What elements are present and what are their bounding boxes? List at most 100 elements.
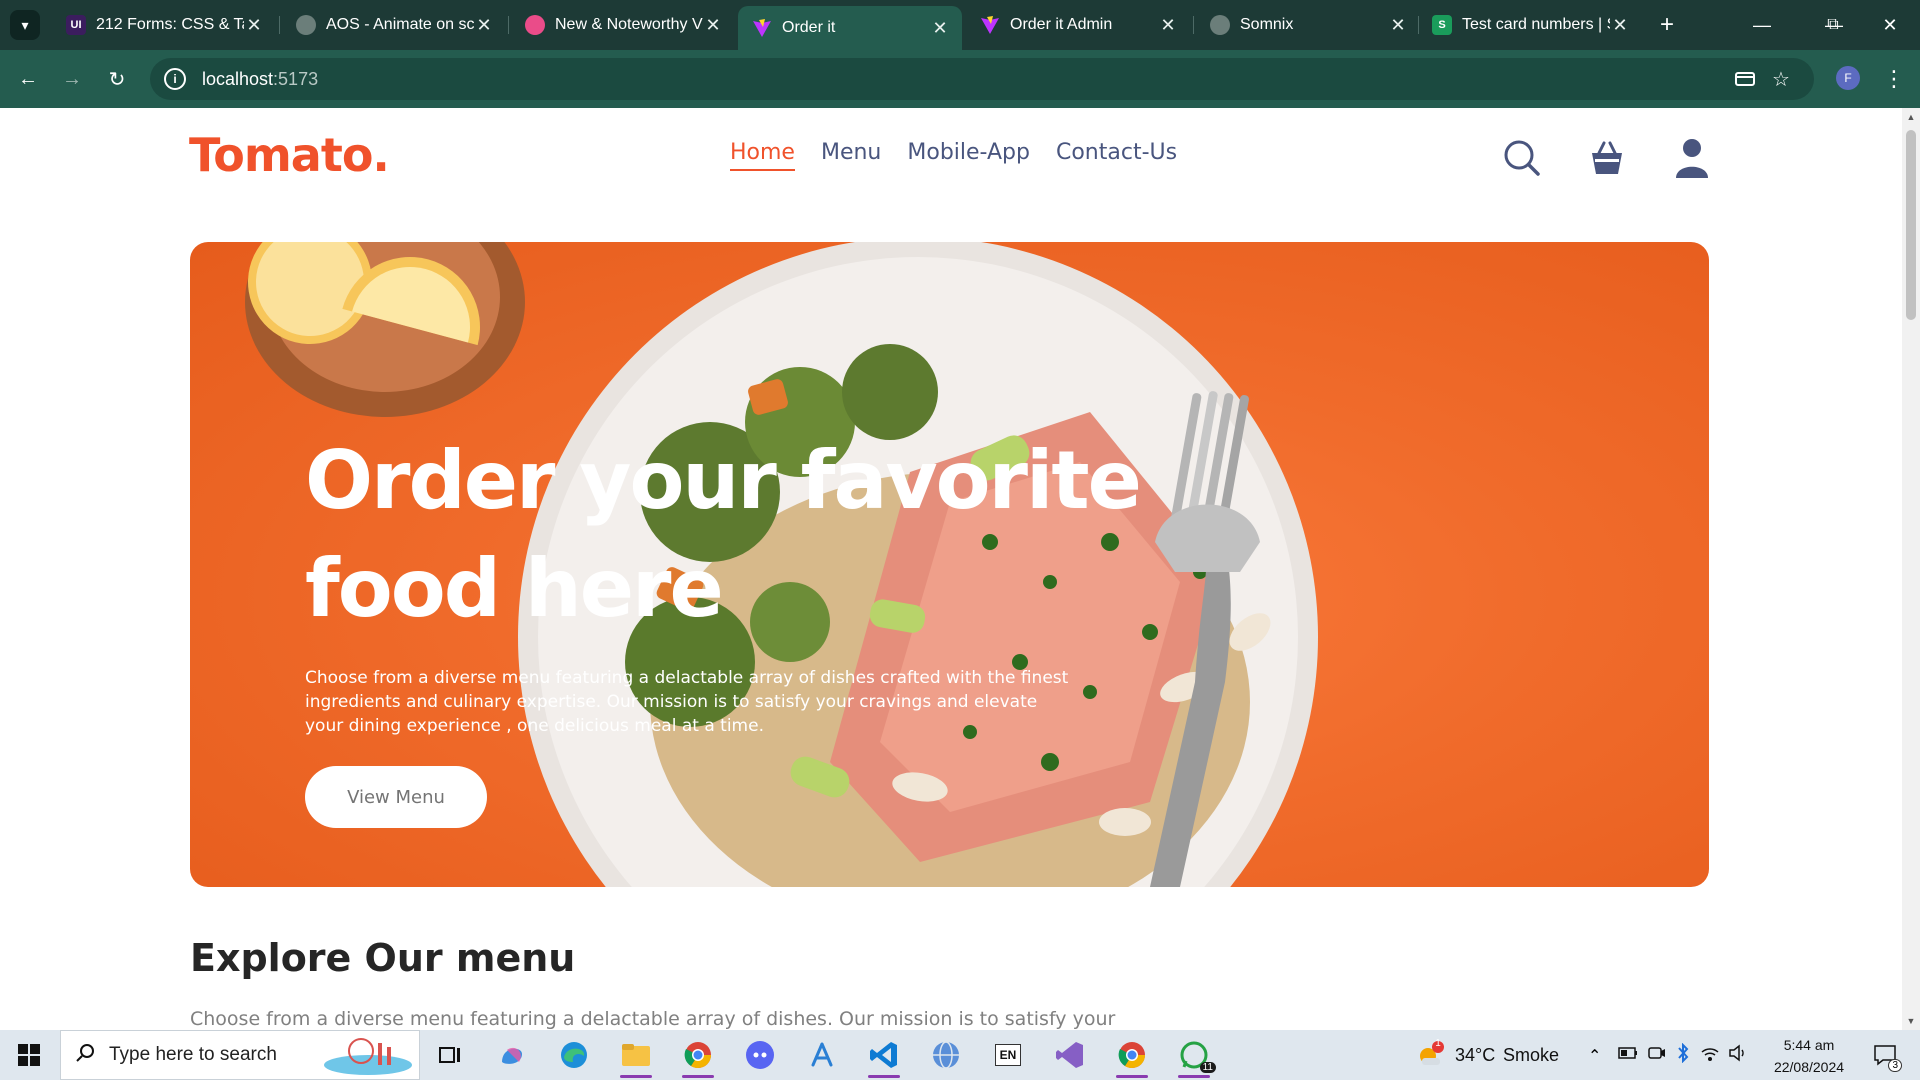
edge-browser-icon[interactable]: [552, 1035, 596, 1075]
tab-test-card-numbers[interactable]: S Test card numbers | S ✕: [1418, 8, 1642, 42]
close-icon[interactable]: ✕: [1388, 15, 1408, 36]
hero-title: Order your favorite food here: [305, 434, 1142, 635]
stripe-favicon-icon: S: [1432, 15, 1452, 35]
tab-title: AOS - Animate on sc: [326, 16, 474, 33]
running-indicator: [1178, 1075, 1210, 1078]
copilot-icon[interactable]: [490, 1035, 534, 1075]
search-icon[interactable]: [1500, 136, 1544, 180]
chrome-icon[interactable]: [676, 1035, 720, 1078]
browser-tab-bar: ▾ UI 212 Forms: CSS & Ta ✕ AOS - Animate…: [0, 0, 1920, 50]
taskbar-clock[interactable]: 5:44 am 22/08/2024: [1756, 1034, 1862, 1078]
whatsapp-icon[interactable]: 11: [1172, 1035, 1216, 1078]
tab-new-noteworthy[interactable]: New & Noteworthy V ✕: [511, 8, 735, 42]
tab-somnix[interactable]: Somnix ✕: [1196, 8, 1420, 42]
page-scrollbar[interactable]: ▲ ▼: [1902, 108, 1920, 1030]
address-url[interactable]: localhost:5173: [202, 69, 318, 90]
nav-menu[interactable]: Menu: [821, 140, 881, 171]
scroll-up-arrow-icon[interactable]: ▲: [1902, 108, 1920, 126]
profile-avatar[interactable]: F: [1836, 66, 1860, 90]
close-icon[interactable]: ✕: [930, 18, 950, 39]
tab-aos[interactable]: AOS - Animate on sc ✕: [282, 8, 506, 42]
close-icon[interactable]: ✕: [474, 15, 494, 36]
tab-separator: [279, 16, 280, 34]
minimize-icon[interactable]: —: [1732, 0, 1792, 50]
tab-title: Order it Admin: [1010, 16, 1113, 33]
site-nav: Home Menu Mobile-App Contact-Us: [730, 140, 1177, 171]
ui-favicon-icon: UI: [66, 15, 86, 35]
basket-icon[interactable]: [1585, 136, 1629, 180]
nav-contact-us[interactable]: Contact-Us: [1056, 140, 1177, 171]
close-window-icon[interactable]: ✕: [1860, 0, 1920, 50]
tab-212-forms[interactable]: UI 212 Forms: CSS & Ta ✕: [52, 8, 276, 42]
close-icon[interactable]: ✕: [1610, 15, 1630, 36]
card-icon[interactable]: [1734, 68, 1756, 90]
weather-icon[interactable]: 1: [1416, 1038, 1444, 1073]
windows-start-icon[interactable]: [0, 1030, 58, 1080]
scroll-down-arrow-icon[interactable]: ▼: [1902, 1012, 1920, 1030]
back-arrow-icon[interactable]: ←: [12, 63, 44, 95]
explore-menu-description: Choose from a diverse menu featuring a d…: [190, 1008, 1116, 1030]
scrollbar-thumb[interactable]: [1906, 130, 1916, 320]
chrome-profile-icon[interactable]: [1110, 1035, 1154, 1078]
weather-description[interactable]: Smoke: [1503, 1045, 1559, 1066]
dribbble-favicon-icon: [525, 15, 545, 35]
tab-title: Somnix: [1240, 16, 1294, 33]
running-indicator: [1116, 1075, 1148, 1078]
battery-icon[interactable]: [1618, 1045, 1638, 1066]
close-icon[interactable]: ✕: [703, 15, 723, 36]
browser-globe-icon[interactable]: [924, 1035, 968, 1075]
windows-taskbar: Type here to search EN 11 1 34°C Smoke ⌃…: [0, 1030, 1920, 1080]
file-explorer-icon[interactable]: [614, 1035, 658, 1078]
app-store-icon[interactable]: [800, 1035, 844, 1075]
hero-banner: Order your favorite food here Choose fro…: [190, 242, 1709, 887]
browser-toolbar: ← → ↻ i localhost:5173 ☆ F ⋮: [0, 50, 1920, 108]
forward-arrow-icon[interactable]: →: [56, 63, 88, 95]
camera-icon[interactable]: [1648, 1045, 1666, 1066]
search-highlight-image-icon: [323, 1037, 413, 1080]
volume-icon[interactable]: [1728, 1044, 1748, 1067]
close-icon[interactable]: ✕: [244, 15, 264, 36]
new-tab-plus-icon[interactable]: +: [1652, 10, 1682, 40]
tab-title: 212 Forms: CSS & Ta: [96, 16, 244, 33]
vite-favicon-icon: [980, 15, 1000, 35]
view-menu-button[interactable]: View Menu: [305, 766, 487, 828]
tab-order-it[interactable]: Order it ✕: [738, 6, 962, 50]
user-profile-icon[interactable]: [1670, 136, 1714, 180]
tab-title: New & Noteworthy V: [555, 16, 703, 33]
language-label: EN: [994, 1044, 1022, 1066]
discord-icon[interactable]: [738, 1035, 782, 1075]
bluetooth-icon[interactable]: [1676, 1042, 1690, 1068]
hero-description: Choose from a diverse menu featuring a d…: [305, 668, 1069, 736]
weather-temperature[interactable]: 34°C: [1455, 1045, 1495, 1066]
site-info-icon[interactable]: i: [164, 68, 186, 90]
show-hidden-icons-chevron-icon[interactable]: ⌃: [1588, 1046, 1601, 1066]
globe-favicon-icon: [1210, 15, 1230, 35]
tab-search-chevron-icon[interactable]: ▾: [10, 10, 40, 40]
taskbar-search-box[interactable]: Type here to search: [60, 1030, 420, 1080]
notification-center-icon[interactable]: 3: [1868, 1038, 1902, 1072]
nav-home[interactable]: Home: [730, 140, 795, 171]
vscode-icon[interactable]: [862, 1035, 906, 1078]
notification-badge: 3: [1888, 1059, 1902, 1072]
nav-mobile-app[interactable]: Mobile-App: [907, 140, 1030, 171]
tab-title: Test card numbers | S: [1462, 16, 1610, 33]
tab-separator: [1193, 16, 1194, 34]
address-bar[interactable]: i localhost:5173 ☆: [150, 58, 1814, 100]
close-icon[interactable]: ✕: [1158, 15, 1178, 36]
language-en-icon[interactable]: EN: [986, 1035, 1030, 1075]
running-indicator: [620, 1075, 652, 1078]
globe-favicon-icon: [296, 15, 316, 35]
restore-icon[interactable]: ⧉: [1803, 0, 1863, 50]
more-menu-icon[interactable]: ⋮: [1882, 63, 1906, 95]
wifi-icon[interactable]: [1700, 1044, 1720, 1067]
bookmark-star-icon[interactable]: ☆: [1770, 68, 1792, 91]
tab-title: Order it: [782, 19, 836, 36]
running-indicator: [682, 1075, 714, 1078]
reload-icon[interactable]: ↻: [101, 63, 133, 95]
vite-favicon-icon: [752, 18, 772, 38]
task-view-icon[interactable]: [428, 1035, 472, 1075]
explore-menu-heading: Explore Our menu: [190, 936, 576, 980]
visual-studio-icon[interactable]: [1048, 1035, 1092, 1075]
tab-order-it-admin[interactable]: Order it Admin ✕: [966, 8, 1190, 42]
site-logo[interactable]: Tomato.: [189, 128, 390, 182]
